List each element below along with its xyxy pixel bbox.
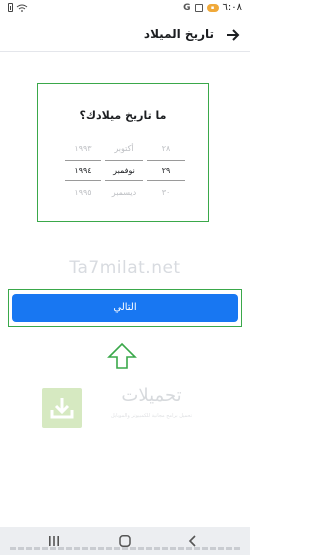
month-divider-bottom <box>105 180 143 181</box>
arrow-right-icon[interactable] <box>224 26 242 44</box>
next-button[interactable]: التالي <box>12 294 238 322</box>
app-header: تاريخ الميلاد <box>0 18 250 52</box>
recents-icon[interactable] <box>47 535 61 547</box>
nav-caption-strip <box>10 547 240 550</box>
day-next[interactable]: ٣٠ <box>147 184 185 202</box>
home-icon[interactable] <box>118 535 132 547</box>
arrow-up-icon <box>107 342 137 369</box>
picker-question: ما تاريخ ميلادك؟ <box>79 109 167 122</box>
day-prev[interactable]: ٢٨ <box>147 140 185 158</box>
month-next[interactable]: ديسمبر <box>105 184 143 202</box>
image-icon <box>194 3 203 12</box>
year-divider-top <box>65 160 101 161</box>
birthday-picker-card: ما تاريخ ميلادك؟ ٢٨ ٢٩ ٣٠ أكتوبر نوفمبر … <box>37 83 209 222</box>
status-time: ٦:٠٨ <box>222 2 242 13</box>
day-selected[interactable]: ٢٩ <box>147 162 185 180</box>
back-nav-icon[interactable] <box>186 535 200 547</box>
status-right: G ▪ ٦:٠٨ <box>183 2 242 13</box>
date-picker[interactable]: ٢٨ ٢٩ ٣٠ أكتوبر نوفمبر ديسمبر ١٩٩٣ ١٩٩٤ … <box>65 140 185 200</box>
system-nav-bar <box>0 527 250 555</box>
year-next[interactable]: ١٩٩٥ <box>65 184 101 202</box>
day-wheel[interactable]: ٢٨ ٢٩ ٣٠ <box>147 140 185 200</box>
logo-text: تحميلات <box>121 385 182 406</box>
logo-subtext: تحميل برامج مجانية للكمبيوتر والموبايل <box>110 413 193 419</box>
month-divider-top <box>105 160 143 161</box>
month-prev[interactable]: أكتوبر <box>105 140 143 158</box>
day-divider-bottom <box>147 180 185 181</box>
month-selected[interactable]: نوفمبر <box>105 162 143 180</box>
site-watermark: Ta7milat.net <box>69 258 181 278</box>
status-bar: G ▪ ٦:٠٨ <box>0 0 250 18</box>
g-icon: G <box>183 2 191 13</box>
year-selected[interactable]: ١٩٩٤ <box>65 162 101 180</box>
wifi-icon <box>16 4 28 12</box>
month-wheel[interactable]: أكتوبر نوفمبر ديسمبر <box>105 140 143 200</box>
year-prev[interactable]: ١٩٩٣ <box>65 140 101 158</box>
status-left <box>8 3 28 12</box>
year-wheel[interactable]: ١٩٩٣ ١٩٩٤ ١٩٩٥ <box>65 140 101 200</box>
download-logo-icon <box>42 388 82 428</box>
app-badge-icon: ▪ <box>206 3 219 12</box>
logo-watermark: تحميلات تحميل برامج مجانية للكمبيوتر وال… <box>42 385 217 431</box>
battery-icon <box>8 3 13 12</box>
day-divider-top <box>147 160 185 161</box>
year-divider-bottom <box>65 180 101 181</box>
page-title: تاريخ الميلاد <box>143 27 214 41</box>
